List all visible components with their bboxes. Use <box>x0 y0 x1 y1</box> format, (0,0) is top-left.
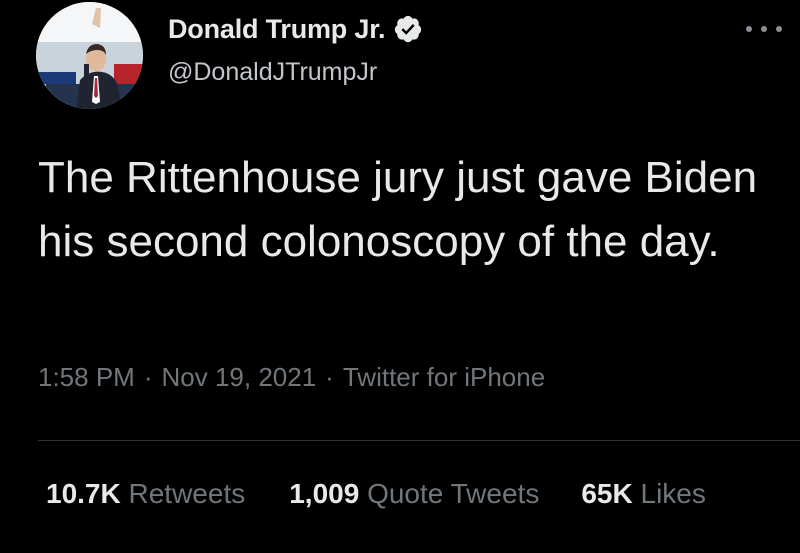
quote-tweets-stat[interactable]: 1,009 Quote Tweets <box>289 478 539 510</box>
retweets-label: Retweets <box>128 478 246 509</box>
verified-badge-icon <box>395 15 422 43</box>
likes-label: Likes <box>640 478 706 509</box>
more-dot <box>776 26 782 32</box>
likes-count: 65K <box>581 478 633 509</box>
author-display-name[interactable]: Donald Trump Jr. <box>168 14 386 45</box>
more-options-icon[interactable] <box>746 22 782 36</box>
tweet-source[interactable]: Twitter for iPhone <box>343 362 545 392</box>
tweet-stats: 10.7K Retweets 1,009 Quote Tweets 65K Like… <box>46 478 706 510</box>
author-info: Donald Trump Jr. @DonaldJTrumpJr <box>168 12 423 87</box>
meta-separator: · <box>325 362 334 392</box>
more-dot <box>761 26 767 32</box>
author-handle[interactable]: @DonaldJTrumpJr <box>168 58 423 87</box>
meta-separator: · <box>143 362 153 392</box>
tweet-card: Donald Trump Jr. @DonaldJTrumpJr The Rit… <box>0 0 800 553</box>
name-row: Donald Trump Jr. <box>168 12 423 46</box>
tweet-text: The Rittenhouse jury just gave Biden his… <box>38 153 758 266</box>
tweet-meta: 1:58 PM · Nov 19, 2021 · Twitter for iPhone <box>38 362 545 393</box>
divider <box>38 440 800 441</box>
avatar[interactable] <box>36 2 143 109</box>
avatar-photo <box>36 2 143 109</box>
quote-tweets-count: 1,009 <box>289 478 360 509</box>
retweets-stat[interactable]: 10.7K Retweets <box>46 478 245 510</box>
tweet-date[interactable]: Nov 19, 2021 <box>162 362 317 392</box>
likes-stat[interactable]: 65K Likes <box>581 478 706 510</box>
more-dot <box>746 26 752 32</box>
quote-tweets-label: Quote Tweets <box>367 478 540 509</box>
tweet-time[interactable]: 1:58 PM <box>38 362 135 392</box>
retweets-count: 10.7K <box>46 478 121 509</box>
